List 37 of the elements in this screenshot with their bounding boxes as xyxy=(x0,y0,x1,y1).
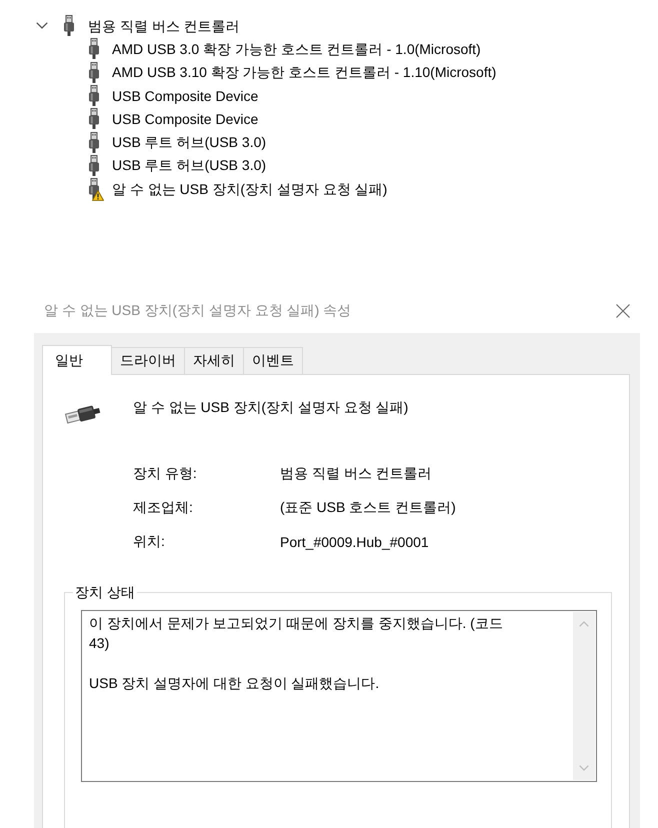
usb-plug-icon xyxy=(64,15,74,36)
tab[interactable]: 이벤트 xyxy=(244,347,303,374)
usb-plug-icon xyxy=(63,403,103,426)
usb-plug-icon xyxy=(89,62,99,83)
chevron-down-icon[interactable] xyxy=(36,22,48,30)
property-value: (표준 USB 호스트 컨트롤러) xyxy=(280,499,456,518)
property-label: 제조업체: xyxy=(133,499,194,518)
usb-plug-icon xyxy=(89,132,99,153)
status-text-field[interactable]: 이 장치에서 문제가 보고되었기 때문에 장치를 중지했습니다. (코드 43) USB 장치 설명자에 대한 요청이 실패했습니다. xyxy=(81,610,597,782)
dialog-title: 알 수 없는 USB 장치(장치 설명자 요청 실패) 속성 xyxy=(44,302,352,320)
device-name: 알 수 없는 USB 장치(장치 설명자 요청 실패) xyxy=(133,398,408,418)
property-label: 장치 유형: xyxy=(133,465,198,484)
device-label[interactable]: AMD USB 3.10 확장 가능한 호스트 컨트롤러 - 1.10(Microsoft) xyxy=(112,62,496,82)
status-message: 이 장치에서 문제가 보고되었기 때문에 장치를 중지했습니다. (코드 43) xyxy=(89,614,504,654)
property-value: Port_#0009.Hub_#0001 xyxy=(280,534,429,550)
device-label[interactable]: USB 루트 허브(USB 3.0) xyxy=(112,155,266,176)
tab[interactable]: 자세히 xyxy=(185,347,244,374)
group-title: 장치 상태 xyxy=(74,583,136,602)
device-label[interactable]: 알 수 없는 USB 장치(장치 설명자 요청 실패) xyxy=(112,178,388,199)
property-label: 위치: xyxy=(133,533,166,552)
close-button[interactable] xyxy=(616,304,630,318)
device-label[interactable]: USB 루트 허브(USB 3.0) xyxy=(112,132,266,152)
close-icon xyxy=(616,304,630,318)
usb-plug-icon xyxy=(89,108,99,130)
scrollbar[interactable] xyxy=(573,612,595,780)
chevron-up-icon[interactable] xyxy=(579,621,589,628)
device-label[interactable]: AMD USB 3.0 확장 가능한 호스트 컨트롤러 - 1.0(Microsoft) xyxy=(112,38,481,59)
device-label[interactable]: USB Composite Device xyxy=(112,86,258,106)
usb-plug-icon xyxy=(89,85,99,106)
property-value: 범용 직렬 버스 컨트롤러 xyxy=(280,465,432,484)
tab[interactable]: 일반 xyxy=(42,345,112,376)
usb-plug-icon xyxy=(89,38,99,60)
tab[interactable]: 드라이버 xyxy=(112,347,185,374)
device-label[interactable]: USB Composite Device xyxy=(112,108,258,129)
category-label[interactable]: 범용 직렬 버스 컨트롤러 xyxy=(88,16,240,36)
usb-plug-icon xyxy=(89,154,99,176)
status-message: USB 장치 설명자에 대한 요청이 실패했습니다. xyxy=(89,674,380,694)
